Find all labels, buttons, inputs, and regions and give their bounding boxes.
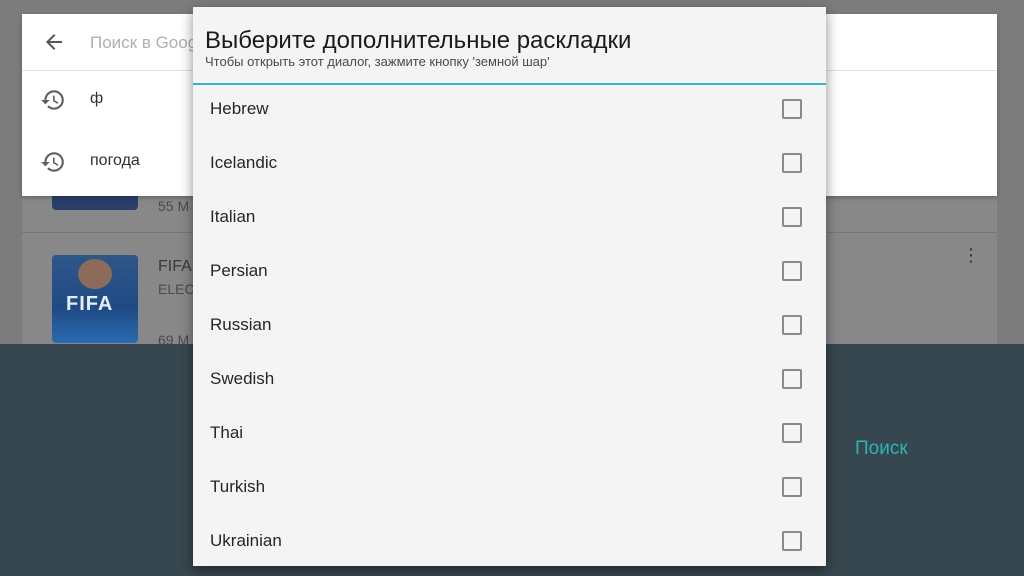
- suggestion-text: ф: [90, 90, 104, 107]
- suggestion-text: погода: [90, 152, 140, 169]
- history-icon: [41, 90, 64, 110]
- language-row-swedish[interactable]: Swedish: [193, 356, 826, 410]
- language-list: Hebrew Icelandic Italian Persian Russian…: [193, 86, 826, 566]
- app-size: 55 М: [158, 198, 190, 214]
- search-input[interactable]: Поиск в Goog: [90, 33, 197, 53]
- language-checkbox[interactable]: [782, 477, 802, 497]
- language-label: Persian: [210, 261, 268, 280]
- language-label: Hebrew: [210, 99, 269, 118]
- language-label: Swedish: [210, 369, 275, 388]
- history-icon: [41, 152, 64, 172]
- language-label: Icelandic: [210, 153, 278, 172]
- language-label: Turkish: [210, 477, 266, 496]
- dialog-subtitle: Чтобы открыть этот диалог, зажмите кнопк…: [205, 54, 550, 69]
- language-label: Italian: [210, 207, 256, 226]
- language-row-persian[interactable]: Persian: [193, 248, 826, 302]
- dialog-divider: [193, 83, 826, 85]
- language-row-hebrew[interactable]: Hebrew: [193, 86, 826, 140]
- fifa-app-icon[interactable]: FIFA: [52, 255, 138, 343]
- language-row-icelandic[interactable]: Icelandic: [193, 140, 826, 194]
- language-checkbox[interactable]: [782, 153, 802, 173]
- player-face: [78, 259, 112, 289]
- language-label: Russian: [210, 315, 272, 334]
- language-checkbox[interactable]: [782, 531, 802, 551]
- language-label: Thai: [210, 423, 244, 442]
- language-checkbox[interactable]: [782, 369, 802, 389]
- language-row-italian[interactable]: Italian: [193, 194, 826, 248]
- language-row-ukrainian[interactable]: Ukrainian: [193, 518, 826, 566]
- arrow-back-icon[interactable]: [42, 30, 66, 54]
- more-vert-icon[interactable]: ⋮: [962, 246, 980, 270]
- language-checkbox[interactable]: [782, 261, 802, 281]
- language-label: Ukrainian: [210, 531, 282, 550]
- app-title[interactable]: FIFA: [158, 258, 192, 276]
- language-row-thai[interactable]: Thai: [193, 410, 826, 464]
- dialog-title: Выберите дополнительные раскладки: [205, 27, 632, 54]
- additional-layouts-dialog: Выберите дополнительные раскладки Чтобы …: [193, 7, 826, 566]
- language-checkbox[interactable]: [782, 99, 802, 119]
- fifa-logo-text: FIFA: [66, 293, 114, 315]
- language-row-turkish[interactable]: Turkish: [193, 464, 826, 518]
- language-checkbox[interactable]: [782, 315, 802, 335]
- app-developer: ELEC: [158, 281, 195, 297]
- language-row-russian[interactable]: Russian: [193, 302, 826, 356]
- language-checkbox[interactable]: [782, 423, 802, 443]
- keyboard-search-action[interactable]: Поиск: [855, 438, 908, 460]
- language-checkbox[interactable]: [782, 207, 802, 227]
